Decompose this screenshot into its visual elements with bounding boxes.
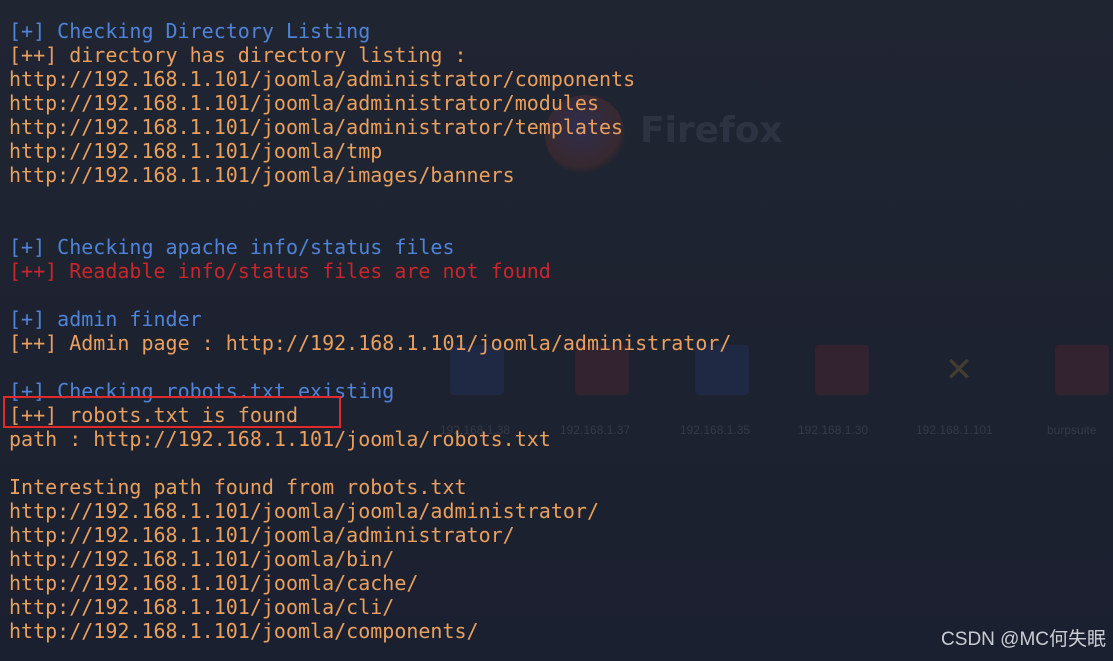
terminal-line: http://192.168.1.101/joomla/components/	[9, 619, 479, 643]
terminal-output: [+] Checking Directory Listing [++] direc…	[9, 19, 731, 643]
desktop-icon-label: burpsuite	[1047, 423, 1097, 437]
desktop-icon-label: 192.168.1.30	[798, 423, 869, 437]
terminal-line: [+] admin finder	[9, 307, 202, 331]
terminal-line: http://192.168.1.101/joomla/bin/	[9, 547, 395, 571]
terminal-line: path : http://192.168.1.101/joomla/robot…	[9, 427, 551, 451]
terminal-line: [+] Checking apache info/status files	[9, 235, 455, 259]
terminal-line: Interesting path found from robots.txt	[9, 475, 467, 499]
csdn-watermark: CSDN @MC何失眠	[941, 629, 1106, 650]
ghost-app-icon	[815, 345, 869, 395]
terminal-line: http://192.168.1.101/joomla/joomla/admin…	[9, 499, 600, 523]
terminal-line: [++] Readable info/status files are not …	[9, 259, 551, 283]
terminal-line: [++] Admin page : http://192.168.1.101/j…	[9, 331, 732, 355]
terminal-window[interactable]: Firefox 192.168.1.38 192.168.1.37 192.16…	[0, 0, 1113, 661]
terminal-line: [+] Checking Directory Listing	[9, 19, 371, 43]
highlight-annotation-box	[3, 396, 341, 428]
terminal-line: http://192.168.1.101/joomla/cli/	[9, 595, 395, 619]
terminal-line: http://192.168.1.101/joomla/administrato…	[9, 91, 600, 115]
burpsuite-icon	[1055, 345, 1109, 395]
desktop-icon-label: 192.168.1.101	[916, 423, 993, 437]
terminal-line: http://192.168.1.101/joomla/cache/	[9, 571, 419, 595]
terminal-line: http://192.168.1.101/joomla/images/banne…	[9, 163, 515, 187]
terminal-line: http://192.168.1.101/joomla/tmp	[9, 139, 383, 163]
joomla-icon: ✕	[944, 350, 974, 390]
terminal-line: http://192.168.1.101/joomla/administrato…	[9, 67, 636, 91]
terminal-line: http://192.168.1.101/joomla/administrato…	[9, 115, 624, 139]
terminal-line: http://192.168.1.101/joomla/administrato…	[9, 523, 515, 547]
terminal-line: [++] directory has directory listing :	[9, 43, 467, 67]
